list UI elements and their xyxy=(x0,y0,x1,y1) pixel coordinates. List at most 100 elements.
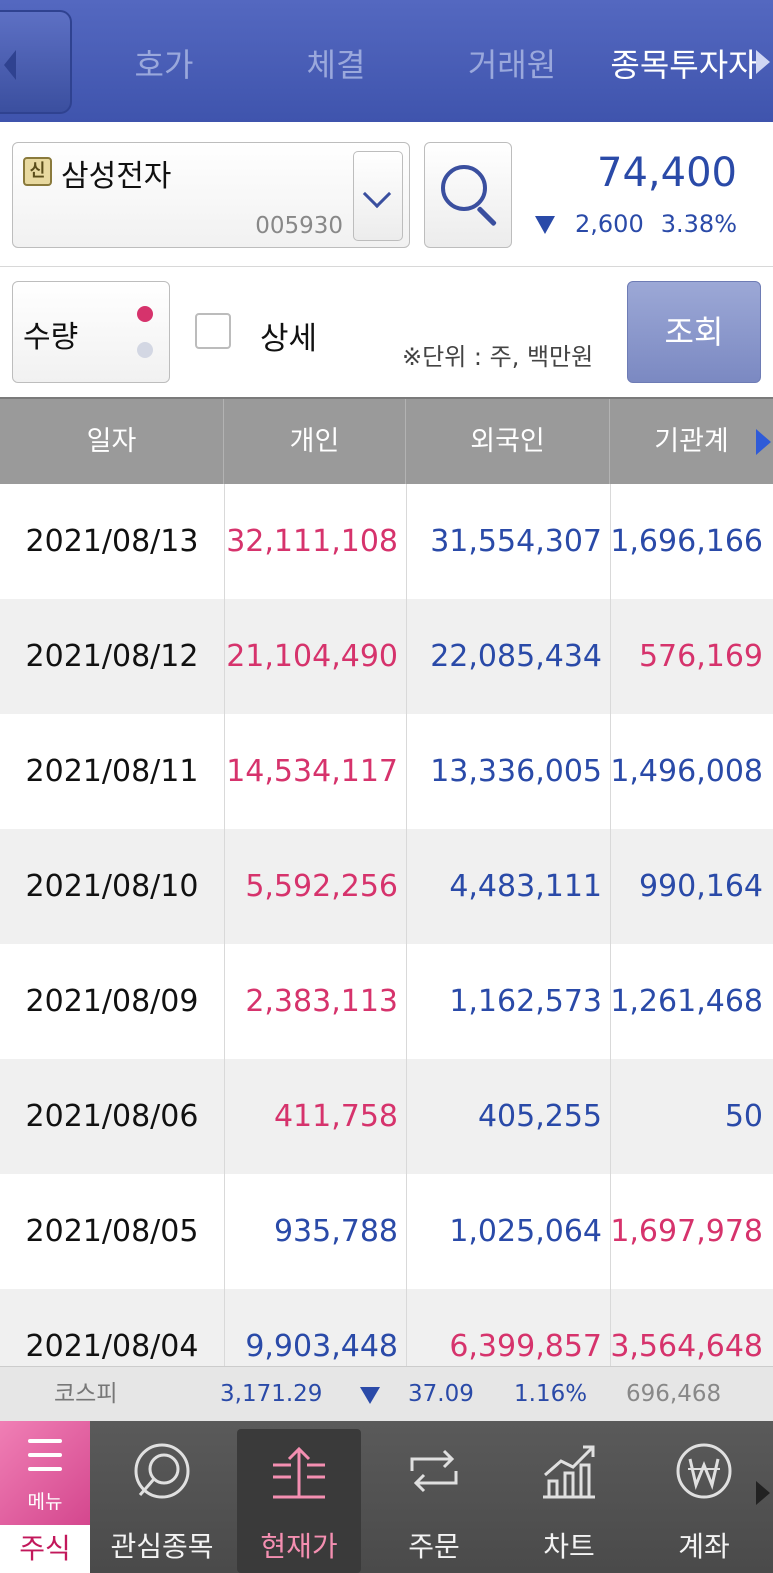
quantity-label: 수량 xyxy=(23,320,79,355)
cell-date: 2021/08/04 xyxy=(25,1329,199,1364)
header-date[interactable]: 일자 xyxy=(0,399,224,484)
query-button[interactable]: 조회 xyxy=(627,281,761,383)
nav-chart[interactable]: 차트 xyxy=(507,1421,631,1573)
cell-individual: 32,111,108 xyxy=(226,524,398,559)
table-row[interactable]: 2021/08/10 5,592,256 4,483,111 990,164 xyxy=(0,829,773,944)
bottom-nav: 메뉴 주식 관심종목 현재가 주문 차트 계좌 xyxy=(0,1421,773,1573)
cell-individual: 411,758 xyxy=(273,1099,398,1134)
options-row: 수량 상세 ※단위 : 주, 백만원 조회 xyxy=(0,267,773,397)
cell-foreign: 405,255 xyxy=(477,1099,602,1134)
nav-label: 현재가 xyxy=(260,1530,338,1563)
stock-code: 005930 xyxy=(255,213,343,239)
detail-checkbox[interactable] xyxy=(195,313,231,349)
cell-foreign: 1,162,573 xyxy=(449,984,602,1019)
nav-label: 관심종목 xyxy=(110,1530,214,1563)
column-divider xyxy=(224,484,225,1366)
index-change: 37.09 xyxy=(408,1381,474,1407)
cell-foreign: 4,483,111 xyxy=(449,869,602,904)
back-arrow-icon xyxy=(4,50,16,80)
investor-table[interactable]: 2021/08/13 32,111,108 31,554,307 1,696,1… xyxy=(0,484,773,1366)
price-up-icon xyxy=(273,1446,325,1499)
cell-foreign: 1,025,064 xyxy=(449,1214,602,1249)
cell-foreign: 31,554,307 xyxy=(430,524,602,559)
chart-icon xyxy=(543,1445,595,1499)
table-row[interactable]: 2021/08/11 14,534,117 13,336,005 1,496,0… xyxy=(0,714,773,829)
search-button[interactable] xyxy=(424,142,512,248)
stock-selector[interactable]: 신 삼성전자 005930 xyxy=(12,142,410,248)
page-dot-active-icon xyxy=(137,306,153,322)
nav-watchlist[interactable]: 관심종목 xyxy=(100,1421,224,1573)
cell-foreign: 22,085,434 xyxy=(430,639,602,674)
menu-category-label: 주식 xyxy=(19,1532,71,1565)
cell-individual: 5,592,256 xyxy=(245,869,398,904)
star-circle-icon xyxy=(134,1443,190,1499)
index-volume: 696,468 xyxy=(626,1381,722,1407)
stock-info-row: 신 삼성전자 005930 74,400 2,600 3.38% xyxy=(0,122,773,267)
table-header: 일자 개인 외국인 기관계 xyxy=(0,397,773,484)
cell-individual: 14,534,117 xyxy=(226,754,398,789)
column-divider xyxy=(406,484,407,1366)
index-change-percent: 1.16% xyxy=(514,1381,588,1407)
unit-note: ※단위 : 주, 백만원 xyxy=(402,343,594,371)
cell-date: 2021/08/09 xyxy=(25,984,199,1019)
tab-scroll-right-icon[interactable] xyxy=(756,50,770,74)
cell-institution: 1,261,468 xyxy=(610,984,763,1019)
index-value: 3,171.29 xyxy=(220,1381,323,1407)
cell-date: 2021/08/06 xyxy=(25,1099,199,1134)
cell-institution: 1,496,008 xyxy=(610,754,763,789)
header-institution[interactable]: 기관계 xyxy=(610,399,773,484)
table-row[interactable]: 2021/08/09 2,383,113 1,162,573 1,261,468 xyxy=(0,944,773,1059)
nav-label: 계좌 xyxy=(678,1530,730,1563)
won-icon xyxy=(676,1443,732,1499)
header-foreign[interactable]: 외국인 xyxy=(406,399,610,484)
index-name: 코스피 xyxy=(54,1381,118,1407)
table-row[interactable]: 2021/08/13 32,111,108 31,554,307 1,696,1… xyxy=(0,484,773,599)
cell-individual: 935,788 xyxy=(273,1214,398,1249)
cell-date: 2021/08/10 xyxy=(25,869,199,904)
header-individual[interactable]: 개인 xyxy=(224,399,406,484)
cell-foreign: 6,399,857 xyxy=(449,1329,602,1364)
table-row[interactable]: 2021/08/12 21,104,490 22,085,434 576,169 xyxy=(0,599,773,714)
price-change-percent: 3.38% xyxy=(660,210,737,238)
current-price: 74,400 xyxy=(597,150,737,196)
stock-dropdown-button[interactable] xyxy=(353,151,403,241)
tab-brokers[interactable]: 거래원 xyxy=(454,40,570,86)
cell-institution: 990,164 xyxy=(638,869,763,904)
tab-hoga[interactable]: 호가 xyxy=(120,40,208,86)
index-ticker[interactable]: 코스피 3,171.29 37.09 1.16% 696,468 xyxy=(0,1366,773,1421)
cell-institution: 50 xyxy=(724,1099,763,1134)
cell-institution: 1,696,166 xyxy=(610,524,763,559)
cell-date: 2021/08/12 xyxy=(25,639,199,674)
table-row[interactable]: 2021/08/05 935,788 1,025,064 1,697,978 xyxy=(0,1174,773,1289)
cell-institution: 1,697,978 xyxy=(610,1214,763,1249)
price-change: 2,600 xyxy=(575,210,644,238)
cell-institution: 576,169 xyxy=(638,639,763,674)
column-scroll-right-icon[interactable] xyxy=(756,429,771,455)
detail-label[interactable]: 상세 xyxy=(260,313,317,358)
cell-individual: 2,383,113 xyxy=(245,984,398,1019)
nav-current-price[interactable]: 현재가 xyxy=(237,1429,361,1573)
hamburger-icon xyxy=(28,1439,62,1443)
nav-order[interactable]: 주문 xyxy=(372,1421,496,1573)
menu-button[interactable]: 메뉴 주식 xyxy=(0,1421,90,1573)
tab-investors[interactable]: 종목투자자 xyxy=(610,40,758,86)
quantity-toggle[interactable]: 수량 xyxy=(12,281,170,383)
cell-foreign: 13,336,005 xyxy=(430,754,602,789)
cell-date: 2021/08/11 xyxy=(25,754,199,789)
column-divider xyxy=(610,484,611,1366)
table-row[interactable]: 2021/08/04 9,903,448 6,399,857 3,564,648 xyxy=(0,1289,773,1366)
credit-badge: 신 xyxy=(23,157,52,186)
back-button[interactable] xyxy=(0,10,72,114)
cell-individual: 9,903,448 xyxy=(245,1329,398,1364)
table-row[interactable]: 2021/08/06 411,758 405,255 50 xyxy=(0,1059,773,1174)
down-triangle-icon xyxy=(360,1387,380,1404)
nav-scroll-right-icon[interactable] xyxy=(756,1481,770,1505)
nav-account[interactable]: 계좌 xyxy=(642,1421,766,1573)
tab-trades[interactable]: 체결 xyxy=(292,40,380,86)
top-tab-bar: 호가 체결 거래원 종목투자자 xyxy=(0,0,773,122)
stock-name: 삼성전자 xyxy=(61,159,172,194)
repeat-icon xyxy=(410,1449,458,1493)
cell-individual: 21,104,490 xyxy=(226,639,398,674)
cell-institution: 3,564,648 xyxy=(610,1329,763,1364)
cell-date: 2021/08/13 xyxy=(25,524,199,559)
